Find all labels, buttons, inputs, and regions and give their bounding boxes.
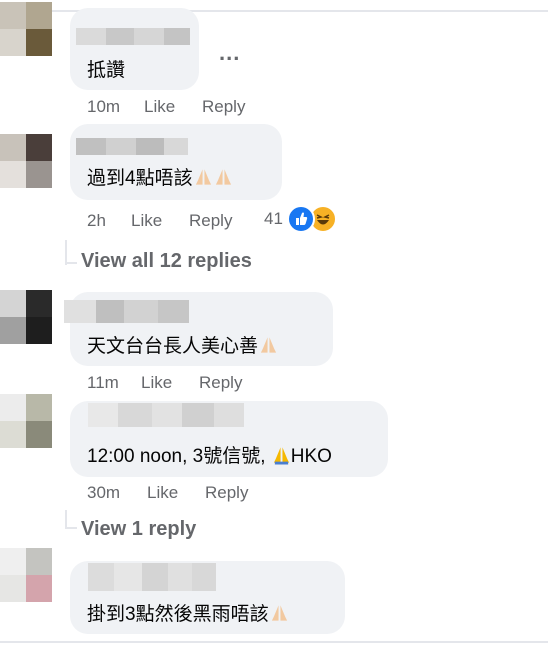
avatar[interactable] (0, 290, 52, 344)
comment-text: 抵讚 (87, 60, 126, 81)
avatar[interactable] (0, 2, 52, 56)
comment-text-content: 天文台台長人美心善 (87, 336, 259, 357)
more-options-icon[interactable]: ... (219, 40, 240, 66)
reply-button[interactable]: Reply (199, 373, 242, 393)
folded-hands-emoji-icon (273, 447, 289, 465)
bottom-divider (0, 641, 548, 643)
comment-time[interactable]: 11m (87, 373, 119, 393)
reply-button[interactable]: Reply (189, 211, 232, 231)
comment-text-content: 掛到3點然後黑雨唔該 (87, 604, 269, 625)
reply-button[interactable]: Reply (202, 97, 245, 117)
reply-button[interactable]: Reply (205, 483, 248, 503)
like-button[interactable]: Like (131, 211, 162, 231)
like-reaction-icon (286, 205, 315, 233)
commenter-name-blurred[interactable] (76, 28, 190, 45)
comment-text: 掛到3點然後黑雨唔該 (87, 599, 289, 626)
folded-hands-emoji-icon (260, 337, 277, 353)
like-button[interactable]: Like (147, 483, 178, 503)
comment-text: 天文台台長人美心善 (87, 331, 278, 358)
comment-time[interactable]: 2h (87, 211, 106, 231)
avatar[interactable] (0, 134, 52, 188)
comment-text: 過到4點唔該 (87, 163, 233, 190)
like-button[interactable]: Like (144, 97, 175, 117)
comment-text-content: 過到4點唔該 (87, 168, 193, 189)
thread-connector (65, 527, 77, 529)
folded-hands-emoji-icon (271, 605, 287, 621)
avatar[interactable] (0, 548, 52, 602)
commenter-name-blurred[interactable] (64, 300, 189, 323)
commenter-name-blurred[interactable] (88, 563, 216, 591)
comment-text-after: HKO (290, 446, 332, 467)
view-replies-link[interactable]: View 1 reply (81, 518, 196, 541)
commenter-name-blurred[interactable] (88, 403, 244, 427)
comment-time[interactable]: 30m (87, 483, 120, 503)
commenter-name-blurred[interactable] (76, 138, 188, 155)
folded-hands-emoji-icon (215, 169, 231, 185)
comment-time[interactable]: 10m (87, 97, 120, 117)
thread-connector (65, 262, 77, 264)
reaction-count: 41 (264, 209, 283, 228)
reaction-summary[interactable]: 41 (264, 205, 337, 233)
comment-text-before: 12:00 noon, 3號信號, (87, 446, 271, 467)
avatar[interactable] (0, 394, 52, 448)
view-all-replies-link[interactable]: View all 12 replies (81, 250, 252, 273)
comment-text: 12:00 noon, 3號信號, HKO (87, 441, 332, 468)
folded-hands-emoji-icon (195, 169, 211, 185)
like-button[interactable]: Like (141, 373, 172, 393)
